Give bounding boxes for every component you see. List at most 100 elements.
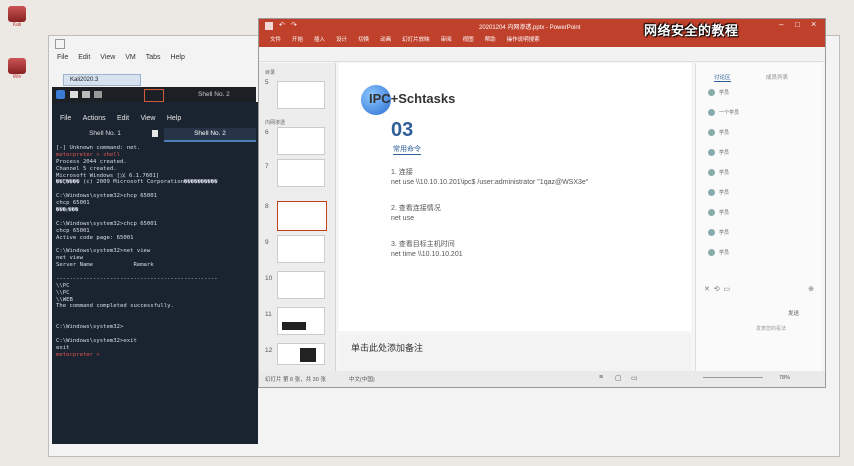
tab-shell-1[interactable]: Shell No. 1 — [60, 128, 150, 140]
vm-menu-edit[interactable]: Edit — [78, 52, 90, 64]
avatar — [708, 169, 715, 177]
avatar — [708, 149, 715, 157]
slide-thumb-8-selected[interactable] — [277, 201, 327, 231]
avatar — [708, 189, 715, 197]
thumb-number: 9 — [265, 239, 269, 246]
terminal-line: meterpreter > — [56, 351, 104, 358]
terminal-menu-help[interactable]: Help — [167, 112, 181, 126]
terminal-icon[interactable] — [82, 91, 90, 98]
avatar — [708, 129, 715, 137]
vm-menu-file[interactable]: File — [57, 52, 68, 64]
terminal-window[interactable]: File Actions Edit View Help Shell No. 1 … — [52, 102, 258, 444]
chat-tab-discussion[interactable]: 讨论区 — [714, 73, 731, 82]
slide-thumb-6[interactable] — [277, 127, 325, 155]
vm-tab-kali[interactable]: Kali2020.3 — [63, 74, 141, 86]
thumb-number: 8 — [265, 203, 269, 210]
terminal-menubar: File Actions Edit View Help — [52, 112, 258, 126]
item-1-command: net use \\10.10.10.201\ipc$ /user:admini… — [391, 179, 589, 186]
normal-view-icon[interactable]: ▭ — [631, 374, 638, 382]
save-icon[interactable] — [265, 22, 273, 30]
ppt-ribbon-tabs: 文件 开始 插入 设计 切换 动画 幻灯片放映 审阅 视图 帮助 操作说明搜索 — [259, 33, 825, 47]
comments-icon[interactable]: ▢ — [615, 374, 622, 382]
ribbon-tab[interactable]: 动画 — [380, 33, 391, 47]
files-icon[interactable] — [70, 91, 78, 98]
ribbon-tab[interactable]: 设计 — [336, 33, 347, 47]
terminal-menu-file[interactable]: File — [60, 112, 71, 126]
terminal-line: chcp 65001 — [56, 200, 90, 207]
vm-menu-help[interactable]: Help — [170, 52, 184, 64]
chat-send-button[interactable]: 发送 — [788, 309, 799, 317]
desktop-icon-label: Win — [12, 74, 22, 80]
slide-thumb-11[interactable] — [277, 307, 325, 335]
close-icon[interactable]: × — [811, 19, 816, 29]
terminal-line: ----------------------------------------… — [56, 275, 218, 282]
slide-heading: IPC+Schtasks — [369, 91, 456, 106]
ribbon-tab[interactable]: 幻灯片放映 — [402, 33, 430, 47]
vm-menu-tabs[interactable]: Tabs — [146, 52, 161, 64]
desktop-icon-kali[interactable]: Kali — [2, 6, 32, 28]
terminal-menu-edit[interactable]: Edit — [117, 112, 129, 126]
close-tab-icon[interactable] — [152, 130, 158, 137]
section-subheading: 常用命令 — [393, 146, 421, 155]
chat-input[interactable]: 发表您的看法 — [756, 325, 786, 332]
redo-icon[interactable]: ↷ — [291, 21, 297, 29]
terminal-line: \\WEB — [56, 296, 73, 303]
slide-thumb-12[interactable] — [277, 343, 325, 365]
ribbon-tab[interactable]: 帮助 — [485, 33, 496, 47]
close-icon[interactable]: ✕ — [704, 286, 710, 293]
ribbon-tab[interactable]: 审阅 — [441, 33, 452, 47]
chat-item: 学员 — [708, 89, 729, 97]
chat-item: 一个学员 — [708, 109, 739, 117]
ppt-statusbar: 幻灯片 第 8 张，共 30 张 中文(中国) ≡ ▢ ▭ 78% — [259, 371, 825, 387]
ppt-title: 20201204 内网渗透.pptx - PowerPoint — [479, 25, 581, 31]
section-number: 03 — [391, 119, 414, 141]
item-1-title: 1. 连接 — [391, 169, 413, 176]
chat-tab-members[interactable]: 成员列表 — [766, 73, 788, 81]
desktop-icon-win[interactable]: Win — [2, 58, 32, 80]
thumb-section-label: 目录 — [265, 70, 276, 76]
slide-thumb-10[interactable] — [277, 271, 325, 299]
item-2-command: net use — [391, 215, 414, 222]
tab-shell-2[interactable]: Shell No. 2 — [164, 128, 256, 142]
vm-menu-view[interactable]: View — [100, 52, 115, 64]
terminal-line: Microsoft Windows [汉 6.1.7601] — [56, 172, 160, 179]
slide-thumb-7[interactable] — [277, 159, 325, 187]
ribbon-tab[interactable]: 插入 — [314, 33, 325, 47]
slide-thumb-9[interactable] — [277, 235, 325, 263]
minimize-icon[interactable]: – — [779, 20, 783, 29]
workspace-icon[interactable] — [144, 89, 164, 102]
ribbon-tab[interactable]: 操作说明搜索 — [507, 33, 540, 47]
notes-icon[interactable]: ≡ — [599, 374, 603, 381]
zoom-slider[interactable] — [703, 377, 763, 378]
avatar — [708, 89, 715, 97]
undo-icon[interactable]: ↶ — [279, 21, 285, 29]
item-3-command: net time \\10.10.10.201 — [391, 251, 463, 258]
terminal-menu-actions[interactable]: Actions — [83, 112, 106, 126]
slide-canvas[interactable]: IPC+Schtasks 03 常用命令 1. 连接 net use \\10.… — [339, 63, 691, 331]
vm-menubar: File Edit View VM Tabs Help — [49, 52, 259, 64]
browser-icon[interactable] — [94, 91, 102, 98]
taskbar-shell-item[interactable]: Shell No. 2 — [198, 89, 230, 100]
chat-item: 学员 — [708, 189, 729, 197]
ribbon-tab[interactable]: 开始 — [292, 33, 303, 47]
slide-thumb-5[interactable] — [277, 81, 325, 109]
ribbon-tab[interactable]: 视图 — [463, 33, 474, 47]
kali-menu-icon[interactable] — [56, 90, 65, 99]
terminal-line: [-] Unknown command: net. — [56, 145, 141, 151]
loop-icon[interactable]: ⟲ — [714, 286, 720, 293]
thumb-number: 12 — [265, 347, 273, 354]
vm-icon — [8, 6, 26, 22]
discussion-panel: 讨论区 成员列表 学员 一个学员 学员 学员 学员 学员 学员 学员 学员 ✕ … — [695, 63, 822, 371]
terminal-menu-view[interactable]: View — [140, 112, 155, 126]
vm-menu-vm[interactable]: VM — [125, 52, 136, 64]
ribbon-tab[interactable]: 文件 — [270, 33, 281, 47]
notes-pane[interactable]: 单击此处添加备注 — [339, 335, 691, 371]
terminal-line: Process 2044 created. — [56, 158, 127, 165]
terminal-line: Server Name Remark — [56, 262, 154, 269]
ribbon-tab[interactable]: 切换 — [358, 33, 369, 47]
add-icon[interactable]: ⊕ — [808, 285, 814, 293]
maximize-icon[interactable]: □ — [795, 20, 800, 29]
image-icon[interactable]: ▭ — [724, 286, 731, 293]
